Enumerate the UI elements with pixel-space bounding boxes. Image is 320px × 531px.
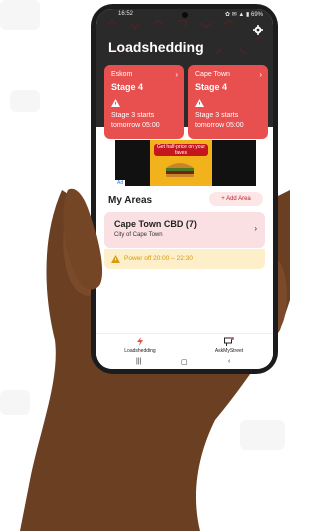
chevron-right-icon: › [259, 70, 262, 79]
chevron-right-icon: › [175, 70, 178, 79]
warning-icon [111, 255, 120, 263]
recents-icon[interactable]: ||| [136, 358, 141, 365]
ad-creative: Get half-price on your faves [150, 140, 212, 186]
front-camera [182, 12, 188, 18]
card-stage: Stage 4 [195, 82, 228, 92]
status-icons: ✿ ✉ ▲ ▮ 69% [225, 12, 263, 18]
thumb-illustration [63, 188, 103, 290]
ad-text: Get half-price on your faves [154, 144, 208, 156]
power-off-row: Power off 20:00 – 22:30 [104, 249, 265, 269]
nav-label: AskMyStreet [214, 348, 244, 354]
page-title: Loadshedding [108, 39, 204, 55]
chevron-right-icon: › [254, 224, 257, 233]
gear-icon[interactable] [253, 25, 263, 35]
status-card-eskom[interactable]: Eskom › Stage 4 Stage 3 starts tomorrow … [104, 65, 184, 139]
nav-loadshedding[interactable]: Loadshedding [123, 337, 157, 354]
warning-icon [195, 99, 204, 107]
area-city: City of Cape Town [114, 232, 163, 238]
system-nav-bar: ||| ▢ ‹ [96, 355, 273, 369]
card-provider: Eskom [111, 71, 133, 78]
card-next-stage: Stage 3 starts tomorrow 05:00 [195, 112, 244, 129]
back-icon[interactable]: ‹ [228, 358, 230, 365]
status-time: 16:52 [118, 11, 134, 17]
card-stage: Stage 4 [111, 82, 144, 92]
lightning-icon [137, 337, 143, 346]
nav-askmystreet[interactable]: AskMyStreet [209, 337, 249, 354]
street-icon [224, 337, 234, 346]
bottom-nav: Loadshedding AskMyStreet [96, 333, 273, 356]
power-off-time: Power off 20:00 – 22:30 [124, 255, 193, 262]
area-card[interactable]: Cape Town CBD (7) City of Cape Town › [104, 212, 265, 248]
burger-image [166, 163, 194, 177]
warning-icon [111, 99, 120, 107]
status-card-cape-town[interactable]: Cape Town › Stage 4 Stage 3 starts tomor… [188, 65, 268, 139]
ad-banner[interactable]: Get half-price on your faves Ad [115, 140, 256, 186]
card-next-stage: Stage 3 starts tomorrow 05:00 [111, 112, 160, 129]
phone-screen: 16:52 ✿ ✉ ▲ ▮ 69% Loadshedding Eskom › S… [96, 9, 273, 369]
card-provider: Cape Town [195, 71, 230, 78]
ad-badge: Ad [115, 180, 126, 186]
add-area-button[interactable]: + Add Area [209, 192, 263, 206]
section-title: My Areas [108, 195, 153, 206]
area-name: Cape Town CBD (7) [114, 219, 197, 229]
nav-label: Loadshedding [124, 348, 156, 354]
home-icon[interactable]: ▢ [181, 358, 188, 366]
